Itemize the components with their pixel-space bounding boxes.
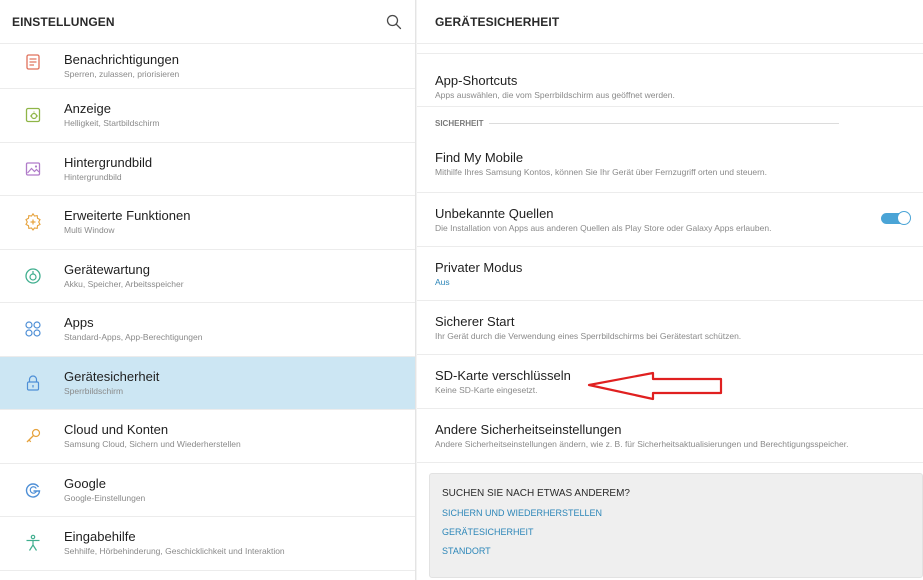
left-pane-header: EINSTELLUNGEN <box>0 0 415 44</box>
menu-item-label: Apps <box>64 315 94 331</box>
menu-item-apps[interactable]: Apps Standard-Apps, App-Berechtigungen <box>0 303 415 357</box>
menu-item-label: Anzeige <box>64 101 111 117</box>
menu-item-erweiterte-funktionen[interactable]: Erweiterte Funktionen Multi Window <box>0 196 415 250</box>
lock-icon <box>26 375 40 391</box>
menu-item-sub: Sperren, zulassen, priorisieren <box>64 69 180 79</box>
apps-icon <box>25 321 41 337</box>
notifications-icon <box>26 54 40 70</box>
google-icon <box>25 483 41 498</box>
private-mode-status: Aus <box>435 277 450 287</box>
menu-item-cloud-und-konten[interactable]: Cloud und Konten Samsung Cloud, Sichern … <box>0 410 415 464</box>
settings-menu: Benachrichtigungen Sperren, zulassen, pr… <box>0 44 415 571</box>
security-right-pane: GERÄTESICHERHEIT App-Shortcuts Apps ausw… <box>417 0 923 580</box>
app-shortcuts-item[interactable]: App-Shortcuts Apps auswählen, die vom Sp… <box>417 54 923 107</box>
menu-item-label: Gerätesicherheit <box>64 368 160 384</box>
menu-item-sub: Google-Einstellungen <box>64 492 146 503</box>
private-mode-item[interactable]: Privater Modus Aus <box>417 247 923 301</box>
device-maintenance-icon <box>25 268 41 284</box>
settings-left-pane: EINSTELLUNGEN Benachrichtigungen Sperren… <box>0 0 416 580</box>
menu-item-label: Google <box>64 475 106 491</box>
menu-item-sub: Samsung Cloud, Sichern und Wiederherstel… <box>64 439 241 450</box>
suggestion-link-backup[interactable]: SICHERN UND WIEDERHERSTELLEN <box>442 508 922 518</box>
section-header-sicherheit: SICHERHEIT <box>417 107 923 139</box>
item-label: Sicherer Start <box>435 314 515 329</box>
item-sub: Mithilfe Ihres Samsung Kontos, können Si… <box>435 167 767 177</box>
unknown-sources-item[interactable]: Unbekannte Quellen Die Installation von … <box>417 193 923 247</box>
advanced-features-icon <box>25 213 41 232</box>
right-pane-title: GERÄTESICHERHEIT <box>435 14 560 29</box>
suggestions-heading: SUCHEN SIE NACH ETWAS ANDEREM? <box>442 488 630 499</box>
other-security-settings-item[interactable]: Andere Sicherheitseinstellungen Andere S… <box>417 409 923 463</box>
item-sub: Die Installation von Apps aus anderen Qu… <box>435 223 772 233</box>
display-icon <box>25 108 41 123</box>
section-label: SICHERHEIT <box>435 118 484 128</box>
unknown-sources-toggle[interactable] <box>881 211 911 225</box>
right-pane-header: GERÄTESICHERHEIT <box>417 0 923 44</box>
menu-item-geraetesicherheit[interactable]: Gerätesicherheit Sperrbildschirm <box>0 356 415 410</box>
menu-item-sub: Standard-Apps, App-Berechtigungen <box>64 332 203 343</box>
menu-item-sub: Hintergrundbild <box>64 171 122 182</box>
find-my-mobile-item[interactable]: Find My Mobile Mithilfe Ihres Samsung Ko… <box>417 139 923 193</box>
item-label: Privater Modus <box>435 260 523 275</box>
key-icon <box>26 429 41 443</box>
item-sub: Ihr Gerät durch die Verwendung eines Spe… <box>435 331 742 341</box>
secure-start-item[interactable]: Sicherer Start Ihr Gerät durch die Verwe… <box>417 301 923 355</box>
menu-item-sub: Akku, Speicher, Arbeitsspeicher <box>64 278 184 289</box>
suggestions-box: SUCHEN SIE NACH ETWAS ANDEREM? SICHERN U… <box>429 473 923 578</box>
search-icon[interactable] <box>385 13 403 31</box>
menu-item-sub: Helligkeit, Startbildschirm <box>64 118 160 129</box>
suggestion-link-location[interactable]: STANDORT <box>442 546 922 556</box>
menu-item-label: Hintergrundbild <box>64 154 153 170</box>
menu-item-google[interactable]: Google Google-Einstellungen <box>0 464 415 517</box>
item-sub: Apps auswählen, die vom Sperrbildschirm … <box>435 90 675 100</box>
menu-item-hintergrundbild[interactable]: Hintergrundbild Hintergrundbild <box>0 143 415 196</box>
menu-item-label: Cloud und Konten <box>64 422 169 438</box>
menu-item-label: Benachrichtigungen <box>64 52 179 67</box>
item-label: Find My Mobile <box>435 150 524 165</box>
menu-item-sub: Sperrbildschirm <box>64 385 124 396</box>
accessibility-icon <box>26 534 40 552</box>
list-top-edge <box>417 44 923 54</box>
item-label: Andere Sicherheitseinstellungen <box>435 422 622 437</box>
menu-item-sub: Sehhilfe, Hörbehinderung, Geschicklichke… <box>64 546 285 557</box>
section-divider <box>489 122 839 124</box>
item-label: App-Shortcuts <box>435 73 518 88</box>
annotation-arrow-icon <box>587 371 723 401</box>
menu-item-label: Erweiterte Funktionen <box>64 208 191 224</box>
item-sub: Andere Sicherheitseinstellungen ändern, … <box>435 439 849 449</box>
item-label: Unbekannte Quellen <box>435 206 554 221</box>
menu-item-sub: Multi Window <box>64 225 115 236</box>
menu-item-anzeige[interactable]: Anzeige Helligkeit, Startbildschirm <box>0 89 415 143</box>
menu-item-label: Gerätewartung <box>64 261 150 277</box>
wallpaper-icon <box>25 162 41 176</box>
menu-item-benachrichtigungen[interactable]: Benachrichtigungen Sperren, zulassen, pr… <box>0 44 415 89</box>
left-pane-title: EINSTELLUNGEN <box>12 14 115 29</box>
menu-item-eingabehilfe[interactable]: Eingabehilfe Sehhilfe, Hörbehinderung, G… <box>0 517 415 571</box>
menu-item-label: Eingabehilfe <box>64 529 136 545</box>
menu-item-geraetewartung[interactable]: Gerätewartung Akku, Speicher, Arbeitsspe… <box>0 250 415 303</box>
suggestion-link-device-security[interactable]: GERÄTESICHERHEIT <box>442 527 922 537</box>
